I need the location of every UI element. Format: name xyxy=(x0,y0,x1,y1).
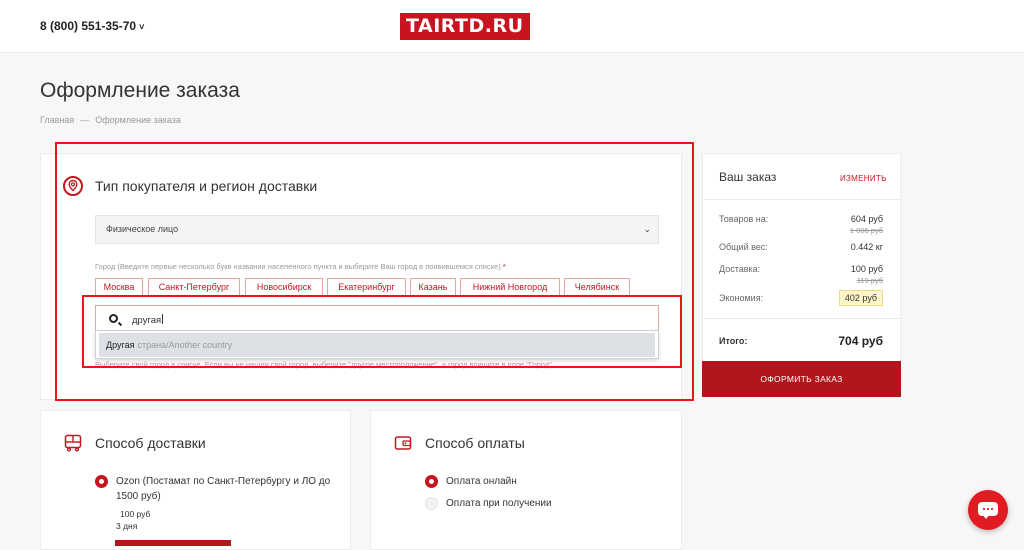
payment-radio-on-delivery[interactable] xyxy=(425,497,438,510)
chat-dots xyxy=(982,508,994,510)
order-row-label: Общий вес: xyxy=(719,242,768,252)
buyer-type-value: Физическое лицо xyxy=(106,224,179,234)
city-suggestions: Другая страна/Another country xyxy=(95,330,659,359)
page-title: Оформление заказа xyxy=(40,79,240,102)
header: 8 (800) 551-35-70 ˅ TAIRTD.RU xyxy=(0,0,1024,53)
payment-option-online[interactable]: Оплата онлайн xyxy=(446,474,517,489)
city-search-value: другая xyxy=(132,315,162,326)
payment-radio-online[interactable] xyxy=(425,475,438,488)
buyer-region-title: Тип покупателя и регион доставки xyxy=(95,178,318,194)
delivery-days: 3 дня xyxy=(116,521,138,531)
suggestion-sub: страна/Another country xyxy=(137,340,233,350)
city-button-novosibirsk[interactable]: Новосибирск xyxy=(245,278,323,296)
total-label: Итого: xyxy=(719,336,748,346)
divider xyxy=(703,318,900,319)
city-bottom-hint: Выберите свой город в списке. Если вы не… xyxy=(95,361,552,369)
bus-icon xyxy=(63,433,83,453)
order-row-value: 100 руб xyxy=(850,264,883,274)
delivery-select-button[interactable] xyxy=(115,540,231,546)
chevron-down-icon[interactable]: ˅ xyxy=(139,22,144,32)
logo[interactable]: TAIRTD.RU xyxy=(400,13,530,40)
checkout-button[interactable]: ОФОРМИТЬ ЗАКАЗ xyxy=(702,361,901,397)
order-row-label: Товаров на: xyxy=(719,214,769,224)
breadcrumb: Главная — Оформление заказа xyxy=(40,115,181,125)
chevron-down-icon: ⌄ xyxy=(643,224,651,234)
suggestion-item[interactable]: Другая страна/Another country xyxy=(99,333,655,357)
city-button-kazan[interactable]: Казань xyxy=(410,278,456,296)
order-row-value: 0.442 кг xyxy=(850,242,883,252)
breadcrumb-home[interactable]: Главная xyxy=(40,115,74,125)
chat-icon xyxy=(978,502,998,519)
city-button-spb[interactable]: Санкт-Петербург xyxy=(148,278,240,296)
city-button-nizhny-novgorod[interactable]: Нижний Новгород xyxy=(460,278,560,296)
chat-button[interactable] xyxy=(968,490,1008,530)
buyer-type-select[interactable]: Физическое лицо ⌄ xyxy=(95,215,659,244)
payment-card xyxy=(370,410,682,550)
suggestion-main: Другая xyxy=(106,340,135,350)
city-search-input[interactable]: другая xyxy=(95,305,659,332)
total-value: 704 руб xyxy=(838,334,883,348)
order-row-old-value: 1 006 руб xyxy=(849,226,883,235)
map-pin-icon xyxy=(63,176,83,196)
search-icon xyxy=(109,314,118,323)
divider xyxy=(703,199,900,200)
order-row-value: 604 руб xyxy=(850,214,883,224)
order-row-label: Экономия: xyxy=(719,293,764,303)
order-title: Ваш заказ xyxy=(719,170,777,184)
delivery-radio-ozon[interactable] xyxy=(95,475,108,488)
phone-text: 8 (800) 551-35-70 xyxy=(40,19,137,33)
city-hint: Город (Введите первые несколько букв наз… xyxy=(95,262,506,271)
payment-title: Способ оплаты xyxy=(425,435,525,451)
required-mark: * xyxy=(502,262,506,271)
city-hint-text: Город (Введите первые несколько букв наз… xyxy=(95,262,501,271)
order-row-old-value: 119 руб xyxy=(856,276,883,285)
delivery-title: Способ доставки xyxy=(95,435,206,451)
delivery-option-label[interactable]: Ozon (Постамат по Санкт-Петербургу и ЛО … xyxy=(116,474,341,504)
order-row-label: Доставка: xyxy=(719,264,761,274)
city-button-chelyabinsk[interactable]: Челябинск xyxy=(564,278,630,296)
payment-option-on-delivery[interactable]: Оплата при получении xyxy=(446,496,552,511)
breadcrumb-current: Оформление заказа xyxy=(95,115,181,125)
city-button-ekaterinburg[interactable]: Екатеринбург xyxy=(327,278,406,296)
city-button-moscow[interactable]: Москва xyxy=(95,278,143,296)
wallet-icon xyxy=(393,433,413,453)
phone-number[interactable]: 8 (800) 551-35-70 ˅ xyxy=(40,19,144,33)
breadcrumb-separator: — xyxy=(80,115,90,125)
economy-badge: 402 руб xyxy=(839,290,883,306)
order-change-link[interactable]: ИЗМЕНИТЬ xyxy=(840,174,887,183)
